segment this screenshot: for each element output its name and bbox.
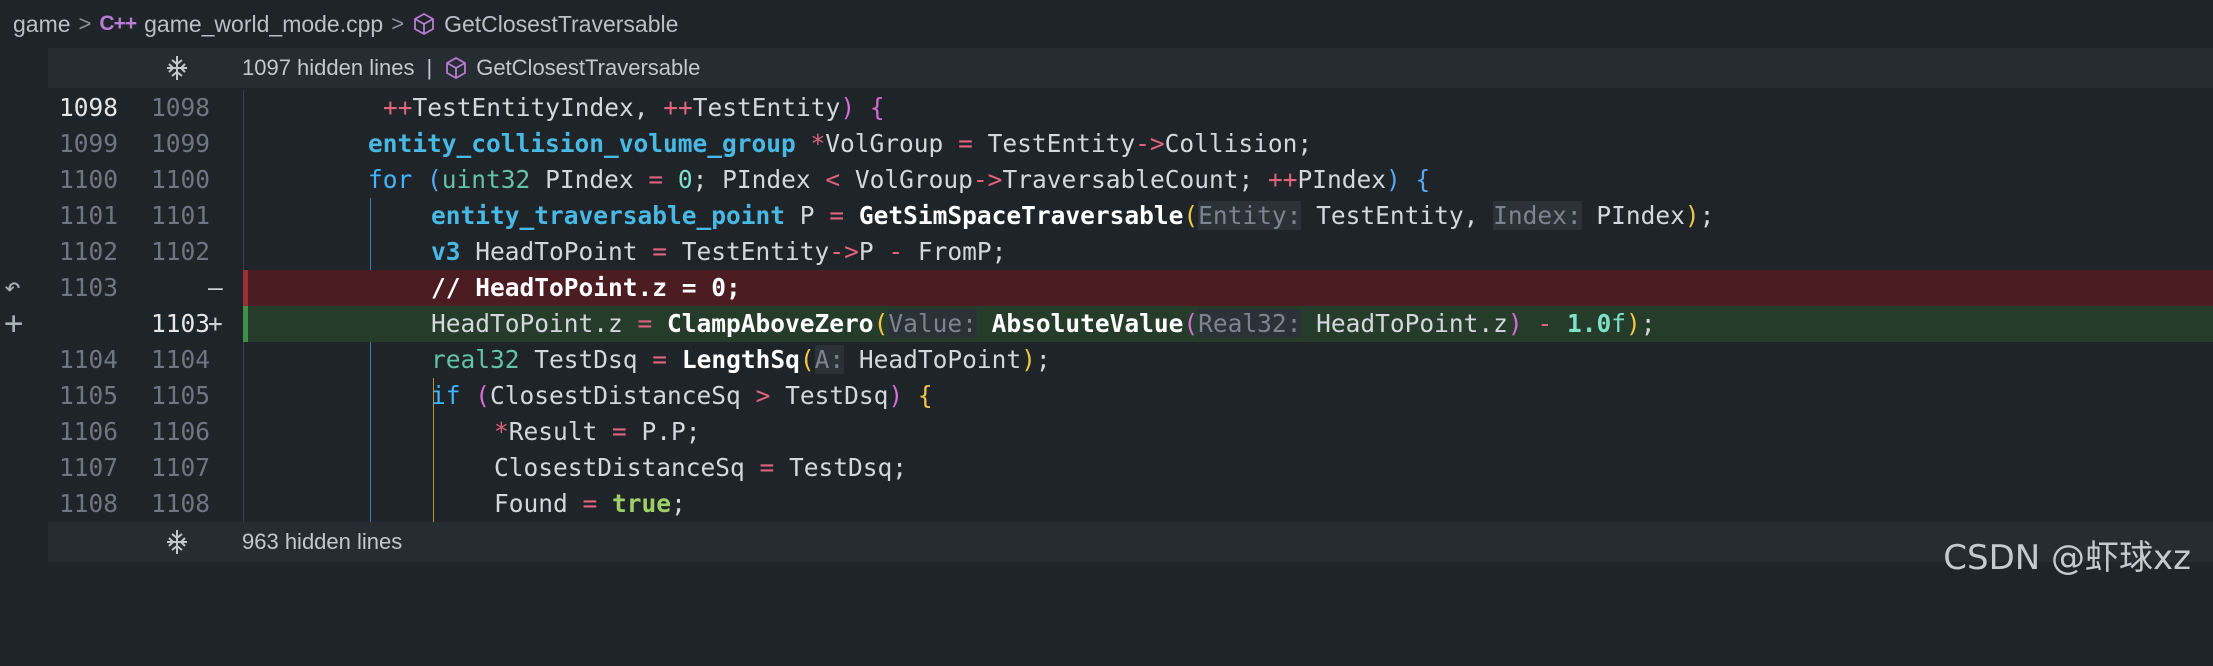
breadcrumb: game > C++ game_world_mode.cpp > GetClos… (0, 0, 2213, 48)
old-line-number: 1107 (58, 453, 118, 482)
expand-lines-icon[interactable] (163, 528, 191, 556)
old-line-number: 1108 (58, 489, 118, 518)
plus-icon[interactable]: + (4, 304, 23, 342)
chevron-right-icon: > (78, 11, 92, 36)
revert-icon[interactable]: ↶ (4, 270, 21, 303)
hidden-lines-bottom[interactable]: 963 hidden lines (48, 522, 2213, 562)
new-line-number: 1100 (150, 165, 210, 194)
code-line: 1098 1098 ++TestEntityIndex, ++TestEntit… (48, 90, 2213, 126)
code-line: 1108 1108 Found = true; (48, 486, 2213, 522)
chevron-right-icon: > (391, 11, 405, 36)
method-cube-icon (444, 56, 468, 80)
old-line-number: 1102 (58, 237, 118, 266)
deleted-line: 1103 — // HeadToPoint.z = 0; (48, 270, 2213, 306)
code-line: 1105 1105 if (ClosestDistanceSq > TestDs… (48, 378, 2213, 414)
new-line-number: 1101 (150, 201, 210, 230)
hidden-lines-count: 1097 hidden lines (242, 55, 415, 80)
expand-lines-icon[interactable] (163, 54, 191, 82)
new-line-number: 1106 (150, 417, 210, 446)
new-line-number: 1102 (150, 237, 210, 266)
breadcrumb-symbol[interactable]: GetClosestTraversable (444, 11, 678, 38)
old-line-number: 1099 (58, 129, 118, 158)
old-line-number: 1106 (58, 417, 118, 446)
watermark: CSDN @虾球xz (1943, 538, 2191, 578)
code-line: 1100 1100 for (uint32 PIndex = 0; PIndex… (48, 162, 2213, 198)
new-line-number: 1098 (150, 93, 210, 122)
old-line-number: 1104 (58, 345, 118, 374)
hidden-lines-top[interactable]: 1097 hidden lines | GetClosestTraversabl… (48, 48, 2213, 88)
old-line-number: 1098 (58, 93, 118, 122)
new-line-number: 1107 (150, 453, 210, 482)
code-line: 1101 1101 entity_traversable_point P = G… (48, 198, 2213, 234)
new-line-number: 1104 (150, 345, 210, 374)
code-line: 1107 1107 ClosestDistanceSq = TestDsq; (48, 450, 2213, 486)
addition-mark: + (208, 309, 223, 338)
new-line-number: 1105 (150, 381, 210, 410)
new-line-number: 1108 (150, 489, 210, 518)
old-line-number: 1103 (58, 273, 118, 302)
separator: | (426, 55, 433, 80)
code-line: 1099 1099 entity_collision_volume_group … (48, 126, 2213, 162)
added-line-marker (243, 306, 248, 342)
breadcrumb-folder[interactable]: game (13, 11, 71, 38)
deleted-line-marker (243, 270, 248, 306)
old-line-number: 1105 (58, 381, 118, 410)
code-line: 1104 1104 real32 TestDsq = LengthSq(A: H… (48, 342, 2213, 378)
code-line: 1106 1106 *Result = P.P; (48, 414, 2213, 450)
new-line-number: 1103 (150, 309, 210, 338)
old-line-number: 1100 (58, 165, 118, 194)
new-line-number: 1099 (150, 129, 210, 158)
added-line: 1103 + HeadToPoint.z = ClampAboveZero(Va… (48, 306, 2213, 342)
hidden-lines-count: 963 hidden lines (242, 529, 403, 554)
breadcrumb-file[interactable]: game_world_mode.cpp (144, 11, 383, 38)
code-line: 1102 1102 v3 HeadToPoint = TestEntity->P… (48, 234, 2213, 270)
old-line-number: 1101 (58, 201, 118, 230)
hidden-lines-symbol: GetClosestTraversable (476, 55, 701, 80)
deletion-mark: — (208, 273, 223, 302)
cpp-file-icon: C++ (99, 12, 137, 35)
method-cube-icon (412, 12, 436, 36)
